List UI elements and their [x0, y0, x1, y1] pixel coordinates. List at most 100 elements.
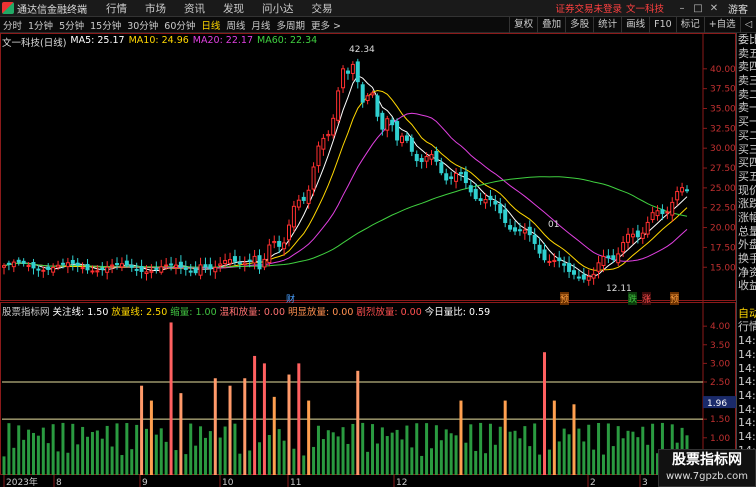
volume-bar	[390, 432, 394, 475]
volume-bar	[459, 400, 463, 475]
volume-bar	[169, 322, 173, 475]
f10-button[interactable]: F10	[649, 16, 676, 33]
candle-body	[552, 259, 557, 263]
candle-body	[336, 90, 341, 121]
volume-bar	[297, 363, 301, 475]
quote-row: 涨幅	[738, 210, 756, 224]
menu-item-ask[interactable]: 问小达	[253, 1, 303, 16]
volume-bar	[51, 424, 55, 475]
candle-body	[311, 166, 316, 190]
overlay-button[interactable]: 叠加	[537, 16, 565, 33]
volume-bar	[582, 441, 586, 475]
quote-row: 买二	[738, 128, 756, 142]
candle-body	[232, 256, 237, 262]
period-tab-60min[interactable]: 60分钟	[161, 18, 198, 32]
period-tab-intraday[interactable]: 分时	[0, 18, 25, 32]
kline-chart[interactable]: 40.0037.5035.0032.5030.0027.5025.0022.50…	[0, 33, 736, 487]
volume-bar	[189, 423, 193, 475]
candle-body	[650, 212, 655, 221]
draw-line-button[interactable]: 画线	[621, 16, 649, 33]
volume-bar	[302, 455, 306, 475]
candle-body	[56, 264, 61, 268]
quote-row: 现价	[738, 183, 756, 197]
current-stock-link[interactable]: 文一科技	[626, 1, 664, 15]
event-tag-finance[interactable]: 财	[286, 292, 295, 305]
volume-bar	[420, 455, 424, 475]
period-tab-monthly[interactable]: 月线	[248, 18, 273, 32]
adjust-button[interactable]: 复权	[509, 16, 537, 33]
watermark-title: 股票指标网	[672, 452, 742, 468]
candle-body	[306, 189, 311, 204]
menu-item-market[interactable]: 市场	[136, 1, 175, 16]
collapse-icon[interactable]: ◁	[739, 16, 756, 33]
event-tag-rise[interactable]: 涨	[642, 292, 652, 305]
candle-body	[223, 260, 228, 264]
period-tab-more[interactable]: 更多 >	[308, 18, 344, 32]
volume-bar	[611, 446, 615, 475]
quote-row: 行情	[738, 320, 756, 334]
candle-body	[213, 267, 218, 273]
candle-body	[365, 95, 370, 101]
statistics-button[interactable]: 统计	[593, 16, 621, 33]
candle-body	[400, 135, 405, 144]
add-watchlist-button[interactable]: +自选	[703, 16, 740, 33]
period-tab-daily[interactable]: 日线	[198, 18, 223, 32]
menu-item-trade[interactable]: 交易	[303, 1, 342, 16]
candle-body	[385, 118, 390, 131]
period-tab-5min[interactable]: 5分钟	[56, 18, 87, 32]
event-tag-forecast-2[interactable]: 预	[670, 292, 680, 305]
event-tag-forecast[interactable]: 预	[560, 292, 570, 305]
volume-bar	[351, 423, 355, 475]
today-ratio-label: 今日量比: 0.59	[424, 307, 491, 318]
volume-bar	[523, 426, 527, 475]
volume-bar	[513, 430, 517, 475]
stock-title[interactable]: 文一科技(日线)	[2, 35, 66, 49]
menu-item-news[interactable]: 资讯	[175, 1, 214, 16]
quote-row: 14:5	[738, 402, 756, 416]
high-price-label: 42.34	[349, 45, 375, 55]
volume-bar	[213, 378, 217, 475]
volume-bar	[572, 404, 576, 475]
volume-bar	[95, 430, 99, 475]
candle-body	[218, 263, 223, 267]
minimize-icon[interactable]: –	[674, 3, 690, 14]
period-tab-multi[interactable]: 多周期	[273, 18, 308, 32]
menu-item-market-quote[interactable]: 行情	[97, 1, 136, 16]
volume-bar	[46, 443, 50, 475]
maximize-icon[interactable]: □	[690, 3, 706, 14]
candle-body	[198, 264, 203, 276]
candle-body	[16, 259, 21, 263]
close-icon[interactable]: ✕	[706, 3, 722, 14]
volume-bar	[562, 428, 566, 475]
multi-stock-button[interactable]: 多股	[565, 16, 593, 33]
quote-row: 外盘	[738, 238, 756, 252]
volume-bar	[174, 450, 178, 475]
event-tag-fall[interactable]: 跌	[628, 292, 638, 305]
volume-bar	[626, 430, 630, 475]
guest-label[interactable]: 游客	[728, 1, 748, 16]
period-tab-weekly[interactable]: 周线	[223, 18, 248, 32]
period-tab-1min[interactable]: 1分钟	[25, 18, 56, 32]
candle-body	[478, 198, 483, 202]
candle-body	[26, 264, 31, 267]
period-tab-30min[interactable]: 30分钟	[124, 18, 161, 32]
volume-bar	[518, 438, 522, 475]
volume-bar	[253, 355, 257, 475]
volume-bar	[36, 435, 40, 475]
menu-item-discover[interactable]: 发现	[214, 1, 253, 16]
volume-bar	[71, 423, 75, 475]
volume-bar	[636, 437, 640, 475]
ma20-line	[3, 112, 688, 269]
candle-body	[331, 117, 336, 136]
volume-bar	[228, 385, 232, 475]
mark-button[interactable]: 标记	[675, 16, 704, 33]
clear-surge-label: 明显放量: 0.00	[288, 307, 354, 318]
volume-bar	[184, 454, 188, 475]
volume-bar	[606, 423, 610, 475]
candle-body	[129, 264, 134, 268]
volume-bar	[2, 456, 6, 475]
login-status[interactable]: 证券交易未登录	[555, 1, 622, 15]
period-tab-15min[interactable]: 15分钟	[87, 18, 124, 32]
indicator-name[interactable]: 股票指标网	[2, 304, 50, 318]
volume-bar	[27, 429, 31, 475]
